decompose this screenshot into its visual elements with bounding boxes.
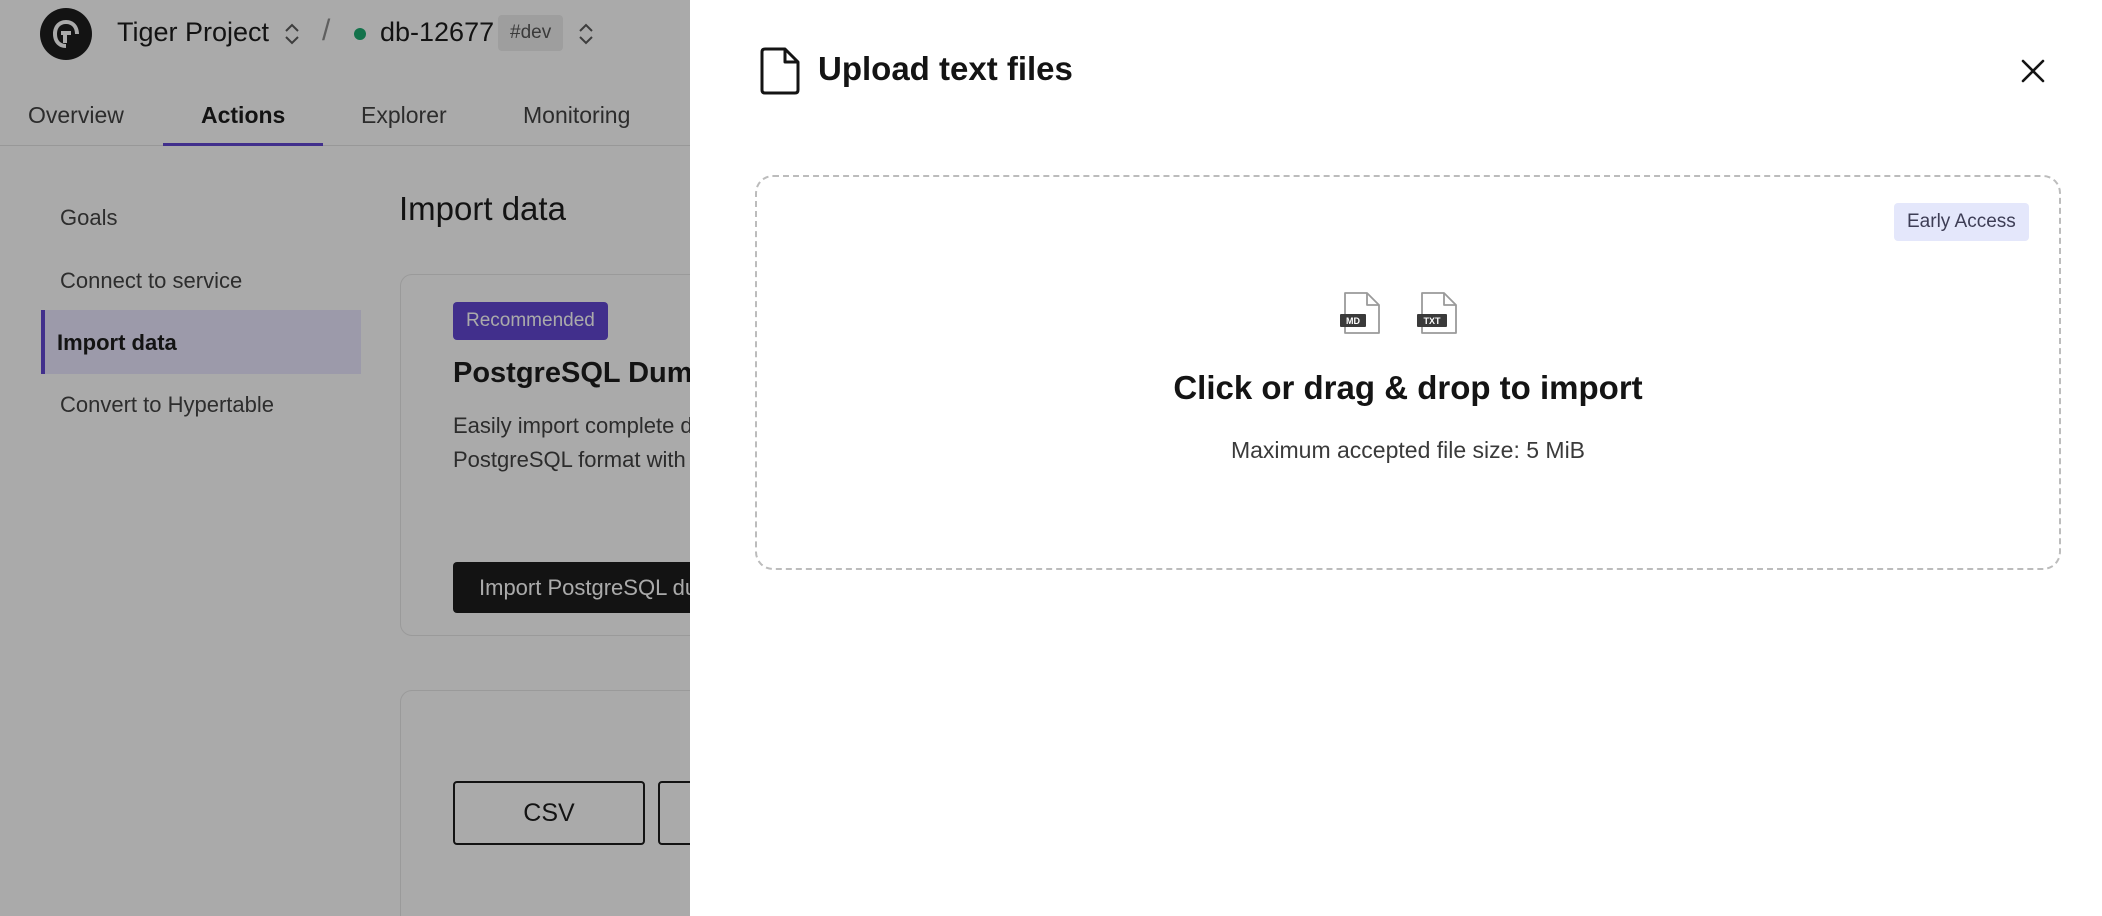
md-file-icon: MD bbox=[1340, 292, 1380, 334]
dropzone-title: Click or drag & drop to import bbox=[1173, 369, 1643, 406]
close-icon[interactable] bbox=[2016, 54, 2050, 88]
file-dropzone[interactable]: Early Access MD TXT Click or drag & drop… bbox=[755, 175, 2061, 570]
drawer-title: Upload text files bbox=[818, 50, 1073, 87]
svg-text:MD: MD bbox=[1346, 316, 1360, 326]
modal-overlay[interactable] bbox=[0, 0, 690, 916]
upload-drawer: Upload text files Early Access MD TXT Cl… bbox=[690, 0, 2102, 916]
dropzone-subtitle: Maximum accepted file size: 5 MiB bbox=[1230, 437, 1586, 463]
svg-text:TXT: TXT bbox=[1424, 316, 1442, 326]
file-icon bbox=[760, 47, 800, 95]
txt-file-icon: TXT bbox=[1417, 292, 1457, 334]
early-access-badge: Early Access bbox=[1894, 203, 2029, 241]
